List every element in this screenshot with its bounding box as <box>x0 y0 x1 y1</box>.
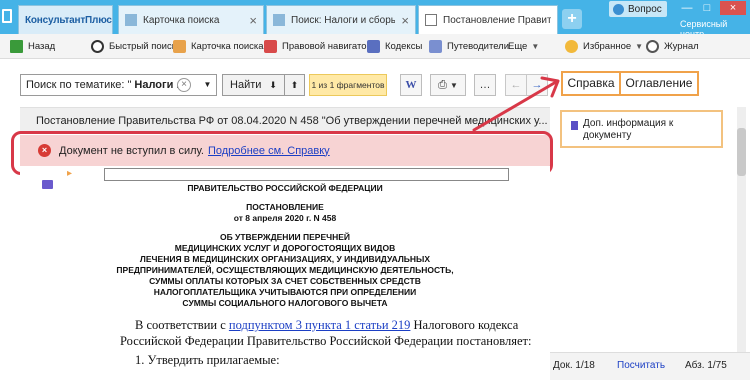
guide-icon <box>429 40 442 53</box>
info-text: Доп. информация к документу <box>583 118 674 141</box>
title-line: ОБ УТВЕРЖДЕНИИ ПЕРЕЧНЕЙ <box>219 232 351 242</box>
tab-home[interactable]: КонсультантПлюс ▸ <box>18 5 113 34</box>
tab-label: Постановление Правительст... <box>443 14 551 26</box>
title-line: МЕДИЦИНСКИХ УСЛУГ И ДОРОГОСТОЯЩИХ ВИДОВ <box>174 243 396 253</box>
clear-icon[interactable]: × <box>177 78 191 92</box>
legal-navigator-button[interactable]: Правовой навигатор <box>264 34 372 59</box>
document-position: Док. 1/18 <box>553 360 595 371</box>
document-frame <box>104 168 509 181</box>
tab-document[interactable]: Постановление Правительст... <box>418 5 558 34</box>
search-list-icon <box>273 14 285 26</box>
title-line: СУММЫ СОЦИАЛЬНОГО НАЛОГОВОГО ВЫЧЕТА <box>182 298 388 308</box>
question-label: Вопрос <box>628 3 662 15</box>
document-icon <box>425 14 437 26</box>
chevron-down-icon: ▼ <box>635 42 644 51</box>
question-button[interactable]: Вопрос <box>609 1 667 17</box>
guides-button[interactable]: Путеводители <box>429 34 509 59</box>
decree-heading: ПОСТАНОВЛЕНИЕ <box>246 202 324 212</box>
new-tab-button[interactable]: + <box>562 9 582 29</box>
search-icon <box>91 40 104 53</box>
paragraph-1: В соответствии с подпунктом 3 пункта 1 с… <box>135 318 518 333</box>
find-button[interactable]: Найти ⬇ <box>222 74 285 96</box>
title-line: СУММЫ ОПЛАТЫ КОТОРЫХ ЗА СЧЕТ СОБСТВЕННЫХ… <box>149 276 421 286</box>
close-window-button[interactable]: × <box>720 1 746 15</box>
journal-label: Журнал <box>664 41 699 52</box>
back-button[interactable]: Назад <box>10 34 55 59</box>
paragraph-1-line-2: Российской Федерации Правительство Росси… <box>120 334 532 348</box>
count-link[interactable]: Посчитать <box>617 360 665 371</box>
favorites-button[interactable]: Избранное ▼ <box>565 34 643 59</box>
search-row: Поиск по тематике: " Налоги ... × ▼ Найти… <box>0 59 750 107</box>
book-icon <box>367 40 380 53</box>
close-icon[interactable]: × <box>249 13 257 28</box>
window-icon <box>2 9 12 23</box>
quick-search-label: Быстрый поиск <box>109 41 176 52</box>
paragraph-text: В соответствии с <box>135 318 229 332</box>
tab-search-card[interactable]: Карточка поиска × <box>118 5 264 34</box>
title-line: НАЛОГОПЛАТЕЛЬЩИКА УЧИТЫВАЮТСЯ ПРИ ОПРЕДЕ… <box>153 287 417 297</box>
tab-search-results[interactable]: Поиск: Налоги и сборы, Не вст... × <box>266 5 416 34</box>
search-dropdown-button[interactable]: ▼ <box>199 74 217 96</box>
minimize-button[interactable]: — <box>678 1 696 15</box>
arrow-down-icon: ⬇ <box>269 79 277 90</box>
paragraph-2: 1. Утвердить прилагаемые: <box>135 353 280 367</box>
more-menu-button[interactable]: Еще ▼ <box>508 34 539 59</box>
chevron-down-icon: ▼ <box>449 81 458 90</box>
codes-button[interactable]: Кодексы <box>367 34 422 59</box>
clock-icon <box>646 40 659 53</box>
title-bar: КонсультантПлюс ▸ Карточка поиска × Поис… <box>0 0 750 39</box>
position-marker-icon: ▸ <box>67 168 73 179</box>
find-label: Найти <box>230 79 262 91</box>
consultant-logo: КонсультантПлюс <box>25 14 112 26</box>
find-previous-button[interactable]: ⬆ <box>285 74 305 96</box>
search-card-button[interactable]: Карточка поиска <box>173 34 264 59</box>
search-card-icon <box>173 40 186 53</box>
paragraph-position: Абз. 1/75 <box>685 360 727 371</box>
arrow-left-icon <box>10 40 23 53</box>
fragment-counter: 1 из 1 фрагментов <box>309 74 387 96</box>
maximize-button[interactable]: □ <box>698 1 716 15</box>
article-link[interactable]: подпунктом 3 пункта 1 статьи 219 <box>229 318 411 332</box>
codes-label: Кодексы <box>385 41 423 52</box>
legal-navigator-label: Правовой навигатор <box>282 41 372 52</box>
favorites-label: Избранное <box>583 41 632 52</box>
title-line: ЛЕЧЕНИЯ В МЕДИЦИНСКИХ ОРГАНИЗАЦИЯХ, У ИН… <box>139 254 431 264</box>
word-icon: W <box>405 79 417 91</box>
gov-heading: ПРАВИТЕЛЬСТВО РОССИЙСКОЙ ФЕДЕРАЦИИ <box>187 183 383 193</box>
annotation-arrow <box>472 76 560 132</box>
tab-label: Карточка поиска <box>143 14 220 26</box>
question-icon <box>613 3 624 15</box>
word-export-button[interactable]: W <box>400 74 422 96</box>
search-prefix: Поиск по тематике: " <box>26 79 132 91</box>
paragraph-text: Налогового кодекса <box>410 318 519 332</box>
scrollbar-thumb[interactable] <box>737 128 746 176</box>
journal-button[interactable]: Журнал <box>646 34 699 59</box>
guides-label: Путеводители <box>447 41 510 52</box>
chevron-down-icon: ▼ <box>531 42 540 51</box>
search-card-label: Карточка поиска <box>191 41 264 52</box>
more-label: Еще <box>508 41 528 52</box>
tab-label: Поиск: Налоги и сборы, Не вст... <box>291 14 395 26</box>
title-line: ПРЕДПРИНИМАТЕЛЕЙ, ОСУЩЕСТВЛЯЮЩИХ МЕДИЦИН… <box>116 265 454 275</box>
navigator-icon <box>264 40 277 53</box>
back-label: Назад <box>28 41 56 52</box>
info-icon <box>571 121 578 130</box>
star-icon <box>565 40 578 53</box>
search-card-icon <box>125 14 137 26</box>
print-button[interactable]: ⎙ ▼ <box>430 74 466 96</box>
right-panel <box>553 150 736 350</box>
info-panel[interactable]: Доп. информация к документу <box>560 110 723 148</box>
quick-search-button[interactable]: Быстрый поиск <box>91 34 176 59</box>
printer-icon: ⎙ <box>438 79 447 91</box>
decree-date: от 8 апреля 2020 г. N 458 <box>233 213 337 223</box>
oglavlenie-button[interactable]: Оглавление <box>620 71 699 96</box>
main-toolbar: Назад Быстрый поиск Карточка поиска Прав… <box>0 34 750 59</box>
close-icon[interactable]: × <box>401 13 409 28</box>
